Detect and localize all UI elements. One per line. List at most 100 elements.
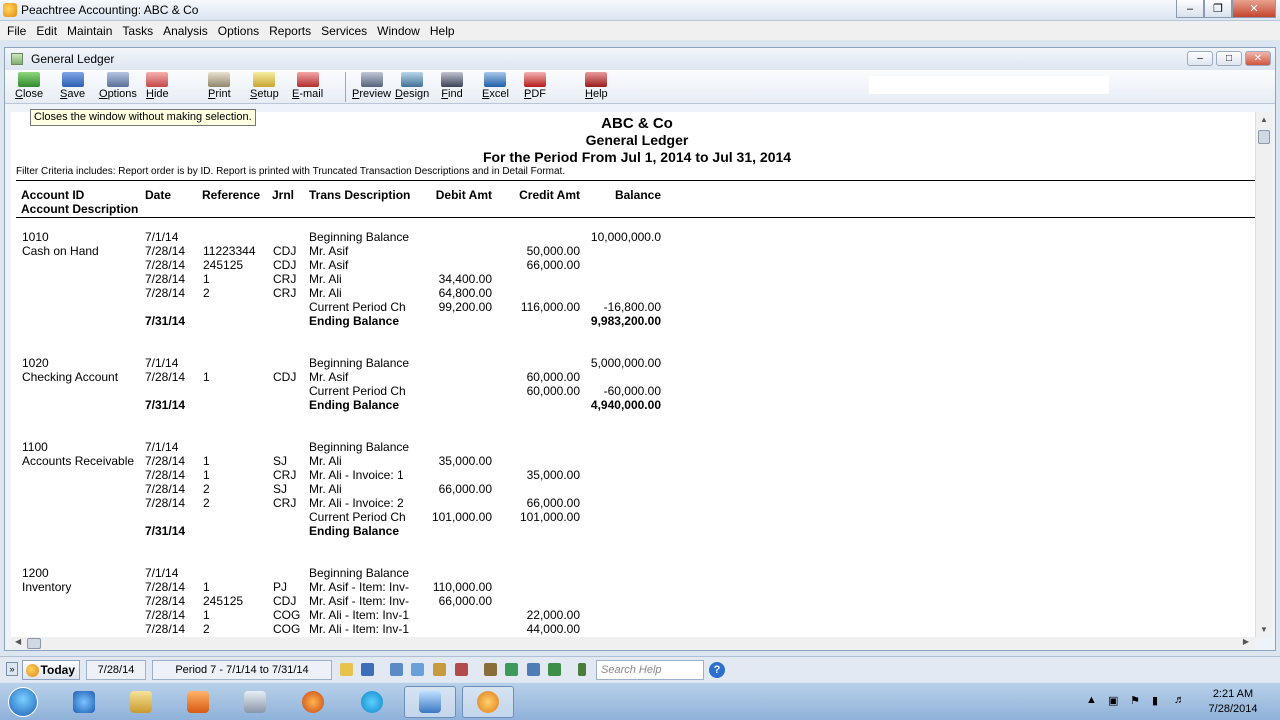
today-button[interactable]: Today bbox=[22, 660, 80, 680]
people-icon[interactable] bbox=[433, 663, 446, 676]
search-help-input[interactable]: Search Help bbox=[596, 660, 704, 680]
graph-icon[interactable] bbox=[505, 663, 518, 676]
restore-button[interactable]: ❐ bbox=[1204, 0, 1232, 18]
filter-criteria: Filter Criteria includes: Report order i… bbox=[16, 166, 566, 177]
show-hidden-icons-icon[interactable]: ▲ bbox=[1086, 694, 1098, 706]
reference-cell: 1 bbox=[203, 468, 210, 482]
bank-icon[interactable] bbox=[484, 663, 497, 676]
child-maximize-button[interactable]: □ bbox=[1216, 51, 1242, 66]
minimize-button[interactable]: – bbox=[1176, 0, 1204, 18]
taskbar-ie[interactable] bbox=[58, 686, 110, 718]
preview-button[interactable]: Preview bbox=[352, 72, 391, 102]
debit-cell: 66,000.00 bbox=[438, 594, 492, 608]
scroll-right-arrow-icon[interactable]: ▶ bbox=[1243, 637, 1249, 646]
menu-tasks[interactable]: Tasks bbox=[117, 24, 158, 38]
help-icon[interactable]: ? bbox=[709, 662, 725, 678]
menu-edit[interactable]: Edit bbox=[31, 24, 62, 38]
spreadsheet-icon[interactable] bbox=[548, 663, 561, 676]
date-cell: 7/1/14 bbox=[145, 566, 179, 580]
menu-options[interactable]: Options bbox=[213, 24, 264, 38]
menu-file[interactable]: File bbox=[2, 24, 31, 38]
header-top-rule bbox=[16, 180, 1255, 181]
pdf-label: PDF bbox=[524, 88, 547, 100]
help-button[interactable]: Help bbox=[585, 72, 608, 102]
setup-button[interactable]: Setup bbox=[250, 72, 279, 102]
taskbar-explorer[interactable] bbox=[115, 686, 167, 718]
menu-window[interactable]: Window bbox=[372, 24, 425, 38]
menu-reports[interactable]: Reports bbox=[264, 24, 316, 38]
design-button[interactable]: Design bbox=[395, 72, 429, 102]
chart-icon[interactable] bbox=[411, 663, 424, 676]
description-cell: Current Period Ch bbox=[309, 510, 406, 524]
print-button[interactable]: Print bbox=[208, 72, 231, 102]
excel-button[interactable]: Excel bbox=[482, 72, 509, 102]
find-button[interactable]: Find bbox=[441, 72, 463, 102]
options-button[interactable]: Options bbox=[99, 72, 137, 102]
save-label: Save bbox=[60, 88, 86, 100]
pdf-button[interactable]: PDF bbox=[524, 72, 546, 102]
vertical-scroll-thumb[interactable] bbox=[1258, 130, 1270, 144]
window-title: General Ledger bbox=[31, 52, 115, 66]
date-cell: 7/1/14 bbox=[145, 230, 179, 244]
date-cell: 7/28/14 bbox=[145, 370, 186, 384]
peachtree-icon bbox=[477, 691, 499, 713]
system-date[interactable]: 7/28/14 bbox=[86, 660, 146, 680]
jrnl-cell: CDJ bbox=[273, 244, 297, 258]
save-button[interactable]: Save bbox=[60, 72, 85, 102]
description-cell: Mr. Asif bbox=[309, 244, 349, 258]
volume-icon[interactable]: ♬ bbox=[1174, 694, 1186, 706]
description-cell: Ending Balance bbox=[309, 524, 400, 538]
horizontal-scroll-thumb[interactable] bbox=[27, 638, 41, 649]
credit-cell: 116,000.00 bbox=[520, 300, 580, 314]
inbox-icon[interactable] bbox=[340, 663, 353, 676]
close-app-button[interactable]: ✕ bbox=[1232, 0, 1276, 18]
taskbar-peachtree[interactable] bbox=[462, 686, 514, 718]
description-cell: Current Period Ch bbox=[309, 300, 406, 314]
reference-cell: 2 bbox=[203, 482, 210, 496]
credit-cell: 44,000.00 bbox=[526, 622, 580, 636]
accounting-period[interactable]: Period 7 - 7/1/14 to 7/31/14 bbox=[152, 660, 332, 680]
child-minimize-button[interactable]: – bbox=[1187, 51, 1213, 66]
taskbar-skype[interactable] bbox=[346, 686, 398, 718]
navigation-toggle-icon[interactable]: » bbox=[6, 662, 18, 676]
reference-cell: 245125 bbox=[203, 258, 244, 272]
close-button[interactable]: Close bbox=[15, 72, 43, 102]
system-clock[interactable]: 2:21 AM 7/28/2014 bbox=[1200, 687, 1266, 717]
table-icon[interactable] bbox=[527, 663, 540, 676]
description-cell: Beginning Balance bbox=[309, 230, 410, 244]
vertical-scrollbar[interactable]: ▲ ▼ bbox=[1255, 112, 1272, 637]
menu-services[interactable]: Services bbox=[316, 24, 372, 38]
flag-icon[interactable]: ⚑ bbox=[1130, 694, 1142, 707]
network-icon[interactable]: ▣ bbox=[1108, 694, 1120, 707]
description-cell: Mr. Ali - Item: Inv-1 bbox=[309, 608, 410, 622]
horizontal-scrollbar[interactable]: ◀ ▶ bbox=[11, 637, 1255, 650]
scroll-left-arrow-icon[interactable]: ◀ bbox=[15, 637, 21, 646]
menu-help[interactable]: Help bbox=[425, 24, 460, 38]
scroll-up-arrow-icon[interactable]: ▲ bbox=[1260, 115, 1268, 124]
scroll-down-arrow-icon[interactable]: ▼ bbox=[1260, 625, 1268, 634]
taskbar-calculator[interactable] bbox=[229, 686, 281, 718]
menu-analysis[interactable]: Analysis bbox=[158, 24, 213, 38]
hide-button[interactable]: Hide bbox=[146, 72, 169, 102]
menu-maintain[interactable]: Maintain bbox=[62, 24, 117, 38]
date-cell: 7/28/14 bbox=[145, 244, 186, 258]
close-icon bbox=[18, 72, 41, 87]
report-period: For the Period From Jul 1, 2014 to Jul 3… bbox=[482, 149, 792, 165]
col-date: Date bbox=[145, 188, 172, 202]
reference-cell: 1 bbox=[203, 272, 210, 286]
taskbar-firefox[interactable] bbox=[287, 686, 339, 718]
jrnl-cell: CRJ bbox=[273, 272, 297, 286]
signal-icon[interactable]: ▮ bbox=[1152, 694, 1164, 707]
excel-icon bbox=[484, 72, 507, 87]
start-button[interactable] bbox=[8, 687, 38, 717]
description-cell: Mr. Ali - Item: Inv-1 bbox=[309, 622, 410, 636]
email-button[interactable]: E-mail bbox=[292, 72, 323, 102]
taskbar-media-player[interactable] bbox=[172, 686, 224, 718]
child-close-button[interactable]: ✕ bbox=[1245, 51, 1271, 66]
internet-explorer-icon bbox=[73, 691, 95, 713]
taskbar-window[interactable] bbox=[404, 686, 456, 718]
report-icon[interactable] bbox=[390, 663, 403, 676]
toolbar-separator bbox=[345, 72, 346, 102]
tools-icon[interactable] bbox=[455, 663, 468, 676]
calendar-icon[interactable] bbox=[361, 663, 374, 676]
